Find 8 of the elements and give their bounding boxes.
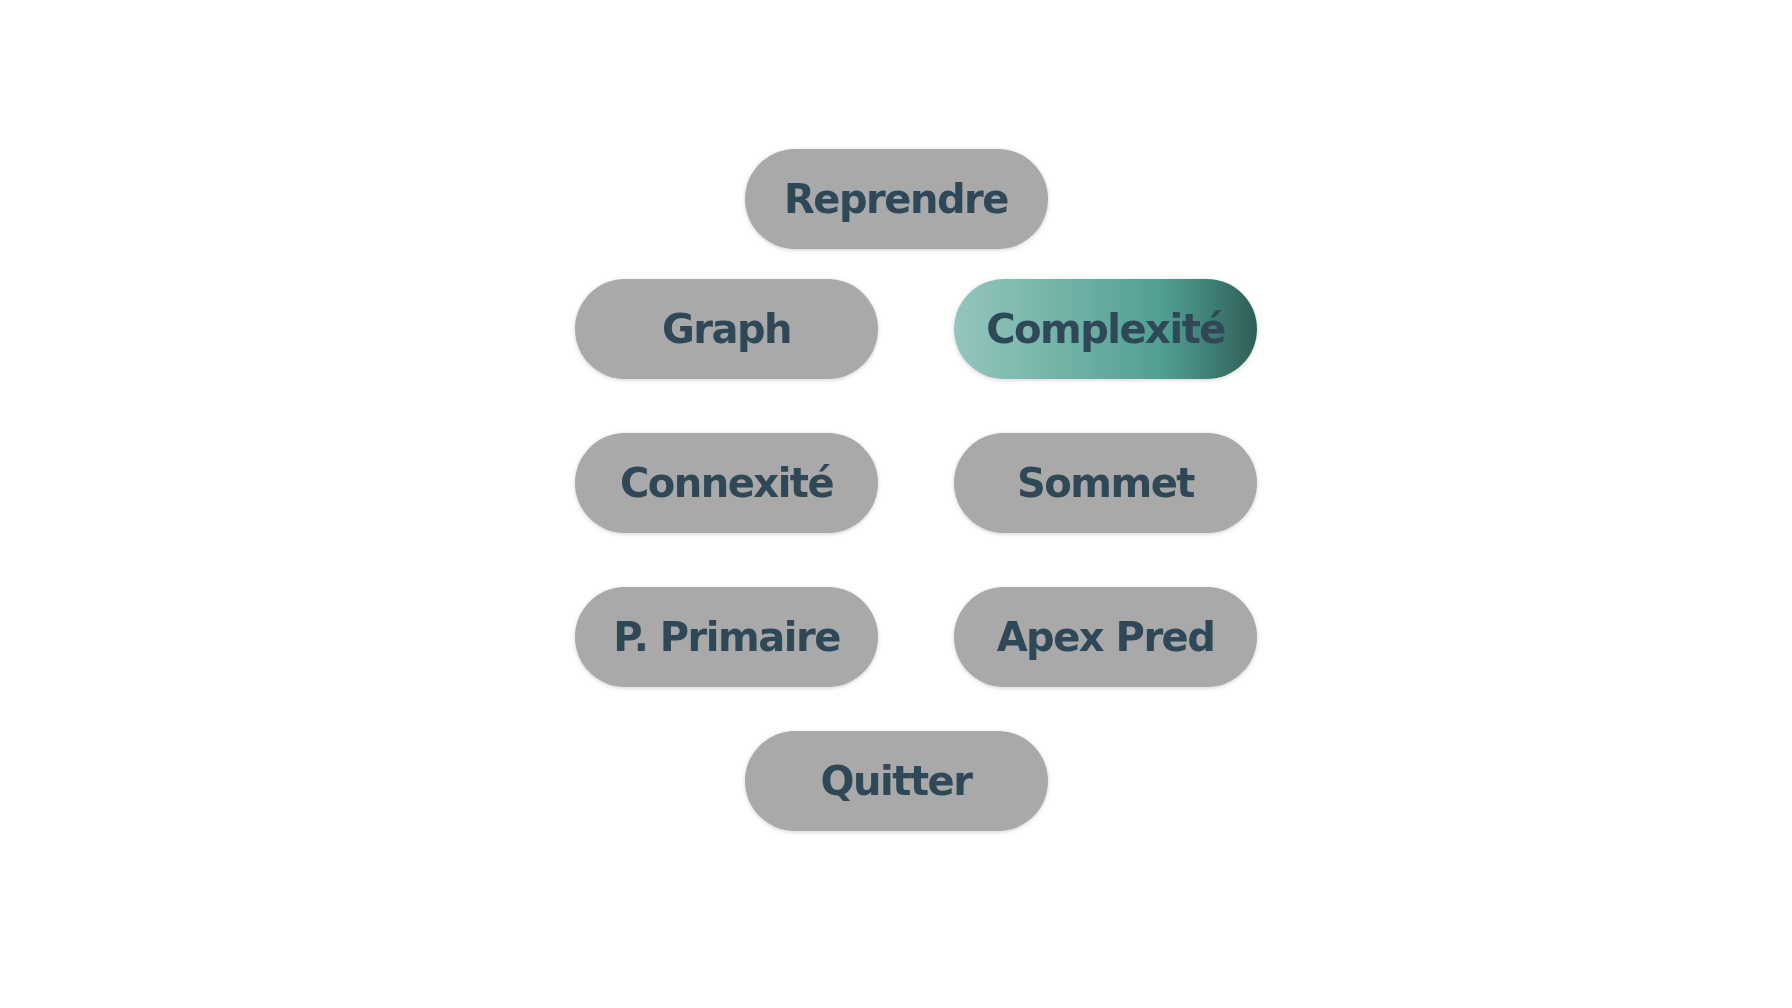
menu-button[interactable]: Reprendre bbox=[744, 149, 1048, 249]
menu-button[interactable]: Connexité bbox=[575, 433, 878, 533]
menu-button[interactable]: Apex Pred bbox=[954, 587, 1257, 687]
menu-button[interactable]: P. Primaire bbox=[575, 587, 878, 687]
menu-button[interactable]: Sommet bbox=[954, 433, 1257, 533]
menu-button[interactable]: Graph bbox=[575, 279, 878, 379]
menu-button[interactable]: Complexité bbox=[954, 279, 1257, 379]
menu-button[interactable]: Quitter bbox=[744, 731, 1048, 831]
